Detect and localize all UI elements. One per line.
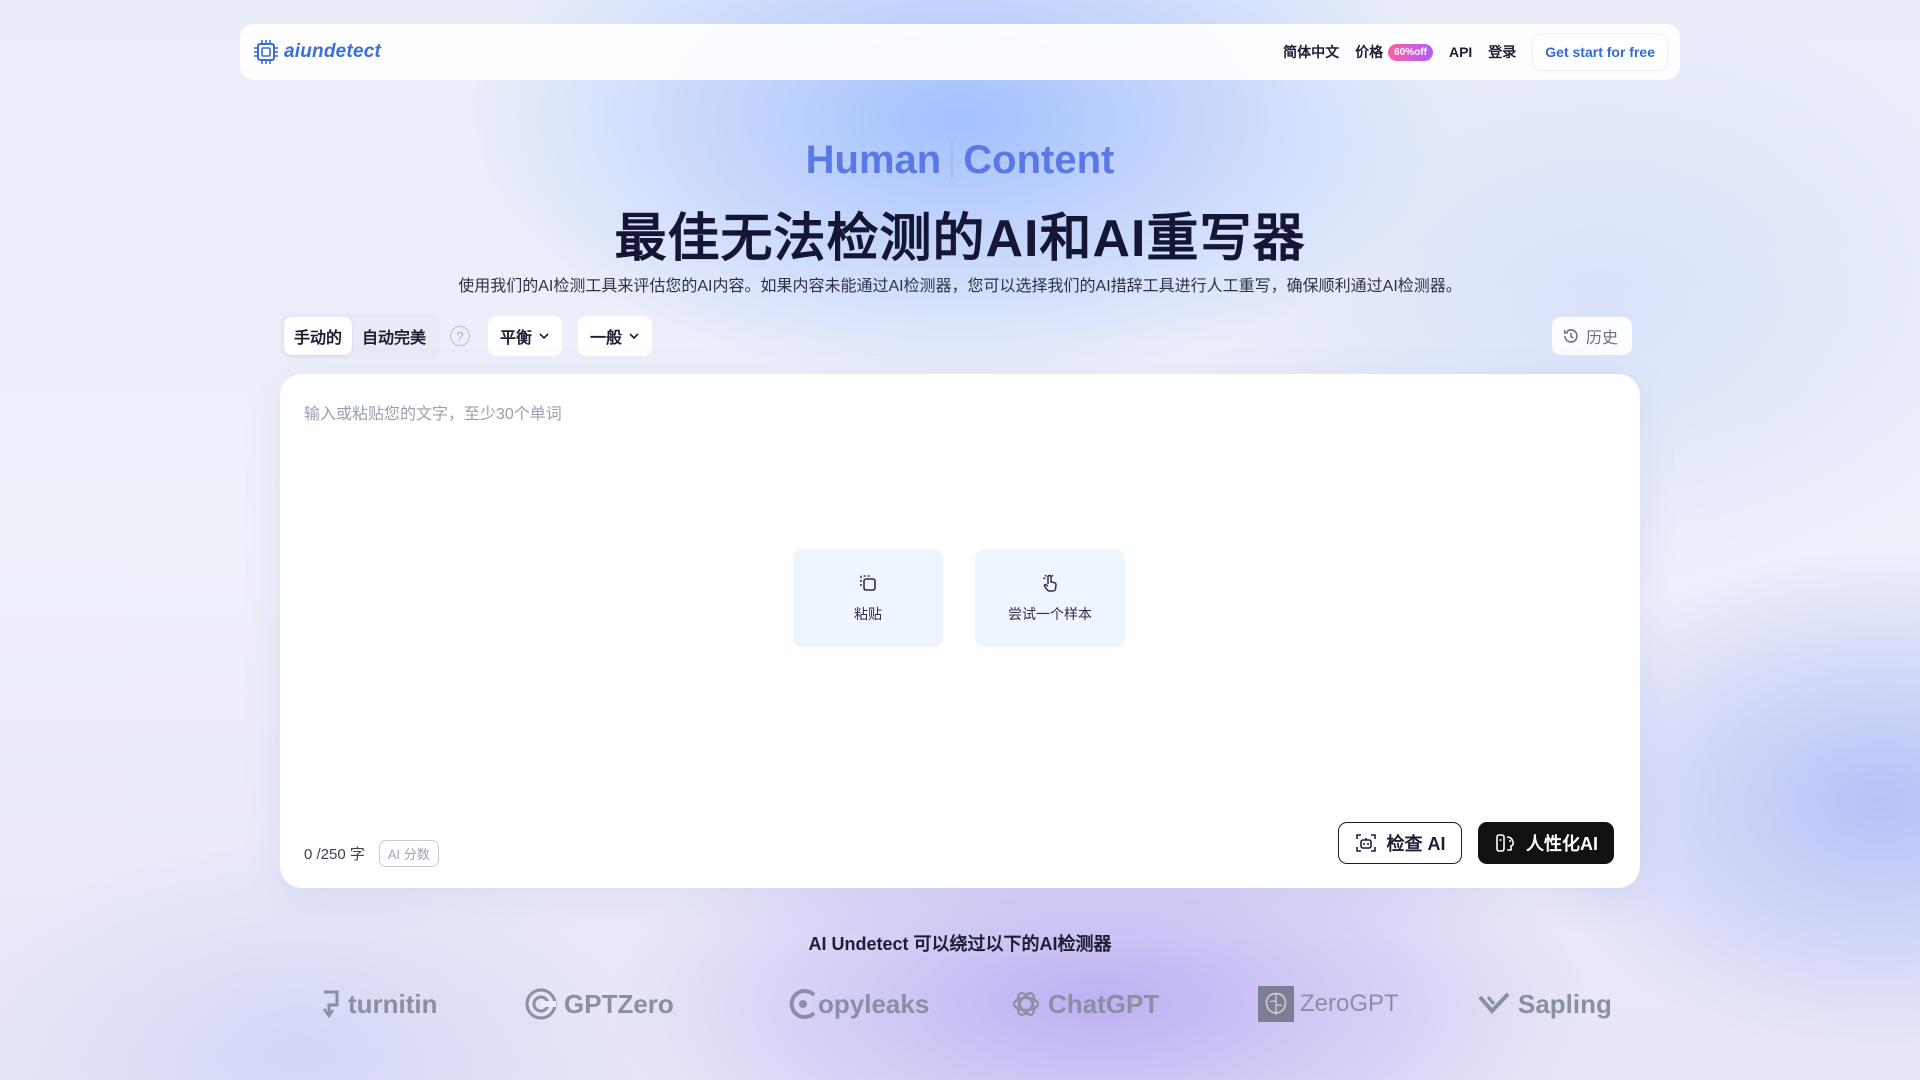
help-icon[interactable]: ? — [450, 326, 471, 346]
text-input[interactable] — [304, 400, 1604, 760]
sapling-logo: Sapling — [1478, 982, 1612, 1026]
purpose-value: 一般 — [590, 330, 623, 347]
detector-logo-row: turnitin GPTZero opyleaks ChatGPT ZeroGP… — [320, 982, 1612, 1026]
ai-score-tag: AI 分数 — [378, 840, 439, 867]
mode-switch: 手动的 自动完美 — [280, 313, 441, 359]
text-editor-card: 粘贴 尝试一个样本 0 /250 字 AI 分数 检查 AI 人性化AI — [280, 374, 1640, 888]
mode-auto-tab[interactable]: 自动完美 — [352, 317, 436, 355]
strength-value: 平衡 — [500, 330, 533, 347]
pricing-label: 价格 — [1355, 44, 1384, 60]
turnitin-text: turnitin — [348, 988, 438, 1019]
paste-icon — [860, 575, 876, 591]
mode-manual-tab[interactable]: 手动的 — [284, 317, 353, 355]
sapling-icon — [1478, 992, 1510, 1014]
humanize-ai-button[interactable]: 人性化AI — [1478, 822, 1614, 864]
zerogpt-logo: ZeroGPT — [1258, 982, 1399, 1026]
history-icon — [1563, 329, 1578, 343]
hero-word-content: Content — [963, 138, 1115, 182]
purpose-dropdown[interactable]: 一般 — [578, 316, 653, 356]
nav-links: 简体中文 价格 60%off API 登录 Get start for free — [1283, 33, 1668, 71]
paste-button[interactable]: 粘贴 — [793, 549, 943, 647]
gptzero-text: GPTZero — [564, 988, 674, 1019]
gptzero-logo: GPTZero — [524, 982, 674, 1026]
sapling-text: Sapling — [1518, 988, 1612, 1019]
get-started-button[interactable]: Get start for free — [1532, 33, 1668, 71]
check-ai-button[interactable]: 检查 AI — [1338, 822, 1462, 864]
scan-robot-icon — [1356, 834, 1377, 852]
editor-toolbar: 手动的 自动完美 ? 平衡 一般 历史 — [280, 313, 1632, 359]
history-button[interactable]: 历史 — [1551, 317, 1632, 355]
tap-hand-icon — [1042, 574, 1057, 592]
paste-label: 粘贴 — [854, 606, 882, 622]
brand-name: aiundetect — [284, 41, 382, 62]
hero-word-human: Human — [805, 138, 942, 182]
copyleaks-logo: opyleaks — [788, 982, 929, 1026]
zerogpt-brain-icon — [1258, 986, 1294, 1022]
nav-login[interactable]: 登录 — [1488, 42, 1516, 62]
check-ai-label: 检查 AI — [1386, 834, 1446, 854]
language-selector[interactable]: 简体中文 — [1283, 42, 1339, 62]
copyleaks-icon — [789, 989, 816, 1019]
editor-footer-left: 0 /250 字 AI 分数 — [304, 840, 439, 867]
history-label: 历史 — [1585, 330, 1618, 347]
page-subtitle: 使用我们的AI检测工具来评估您的AI内容。如果内容未能通过AI检测器，您可以选择… — [458, 278, 1462, 295]
turnitin-logo: turnitin — [320, 982, 438, 1026]
chatgpt-logo: ChatGPT — [1010, 982, 1159, 1026]
openai-icon — [1012, 992, 1040, 1016]
nav-api[interactable]: API — [1449, 44, 1472, 60]
top-navbar: aiundetect 简体中文 价格 60%off API 登录 Get sta… — [240, 24, 1680, 80]
try-sample-label: 尝试一个样本 — [1008, 606, 1092, 622]
brand[interactable]: aiundetect — [252, 38, 381, 66]
bypass-heading: AI Undetect 可以绕过以下的AI检测器 — [808, 934, 1112, 954]
nav-pricing[interactable]: 价格 60%off — [1355, 42, 1433, 62]
chip-logo-icon — [254, 40, 278, 64]
try-sample-button[interactable]: 尝试一个样本 — [975, 549, 1125, 647]
word-count: 0 /250 字 — [304, 846, 365, 863]
typing-caret — [951, 139, 954, 179]
hero-animated-title: Human Content — [0, 138, 1920, 183]
copyleaks-text: opyleaks — [818, 988, 930, 1019]
chevron-down-icon — [629, 333, 639, 340]
chevron-down-icon — [539, 333, 549, 340]
gptzero-icon — [525, 988, 557, 1020]
humanize-icon — [1496, 834, 1515, 852]
turnitin-icon — [322, 990, 339, 1019]
strength-dropdown[interactable]: 平衡 — [488, 316, 563, 356]
humanize-ai-label: 人性化AI — [1526, 834, 1598, 854]
discount-badge: 60%off — [1388, 43, 1433, 61]
page-title: 最佳无法检测的AI和AI重写器 — [614, 210, 1306, 268]
chatgpt-text: ChatGPT — [1048, 988, 1160, 1019]
zerogpt-text: ZeroGPT — [1300, 990, 1399, 1017]
